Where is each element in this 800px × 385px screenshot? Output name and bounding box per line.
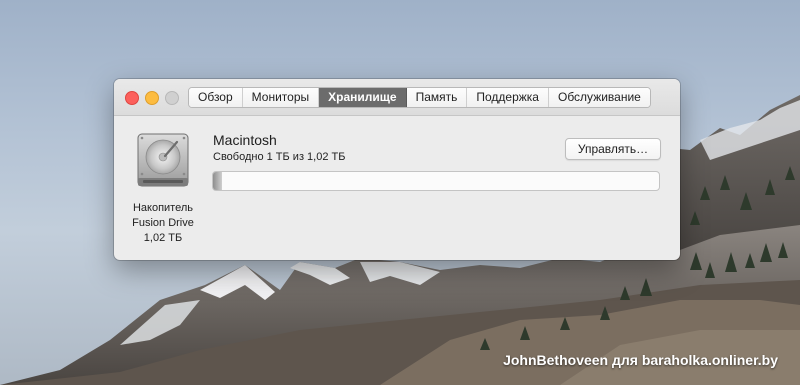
watermark: JohnBethoveen для baraholka.onliner.by: [503, 352, 778, 368]
minimize-window-button[interactable]: [145, 91, 159, 105]
volume-free-space: Свободно 1 ТБ из 1,02 ТБ: [213, 151, 346, 163]
tab-bar: Обзор Мониторы Хранилище Память Поддержк…: [188, 87, 651, 108]
about-this-mac-window: Обзор Мониторы Хранилище Память Поддержк…: [114, 79, 680, 260]
tab-service[interactable]: Обслуживание: [548, 88, 650, 107]
storage-usage-bar: [212, 171, 660, 191]
tab-memory[interactable]: Память: [406, 88, 468, 107]
drive-label-line-model: Fusion Drive: [132, 217, 194, 229]
manage-button[interactable]: Управлять…: [565, 138, 661, 160]
volume-name: Macintosh: [213, 132, 277, 148]
title-bar: Обзор Мониторы Хранилище Память Поддержк…: [114, 79, 680, 116]
zoom-window-button[interactable]: [165, 91, 179, 105]
drive-label: Накопитель Fusion Drive 1,02 ТБ: [120, 201, 206, 246]
close-window-button[interactable]: [125, 91, 139, 105]
tab-overview[interactable]: Обзор: [189, 88, 243, 107]
drive-label-line-type: Накопитель: [132, 202, 194, 214]
drive-label-line-capacity: 1,02 ТБ: [143, 232, 183, 244]
tab-displays[interactable]: Мониторы: [242, 88, 320, 107]
storage-pane: Накопитель Fusion Drive 1,02 ТБ Macintos…: [114, 116, 680, 260]
storage-usage-fill: [213, 172, 222, 190]
tab-storage[interactable]: Хранилище: [319, 88, 407, 107]
hard-drive-icon: [137, 133, 189, 187]
tab-support[interactable]: Поддержка: [467, 88, 549, 107]
